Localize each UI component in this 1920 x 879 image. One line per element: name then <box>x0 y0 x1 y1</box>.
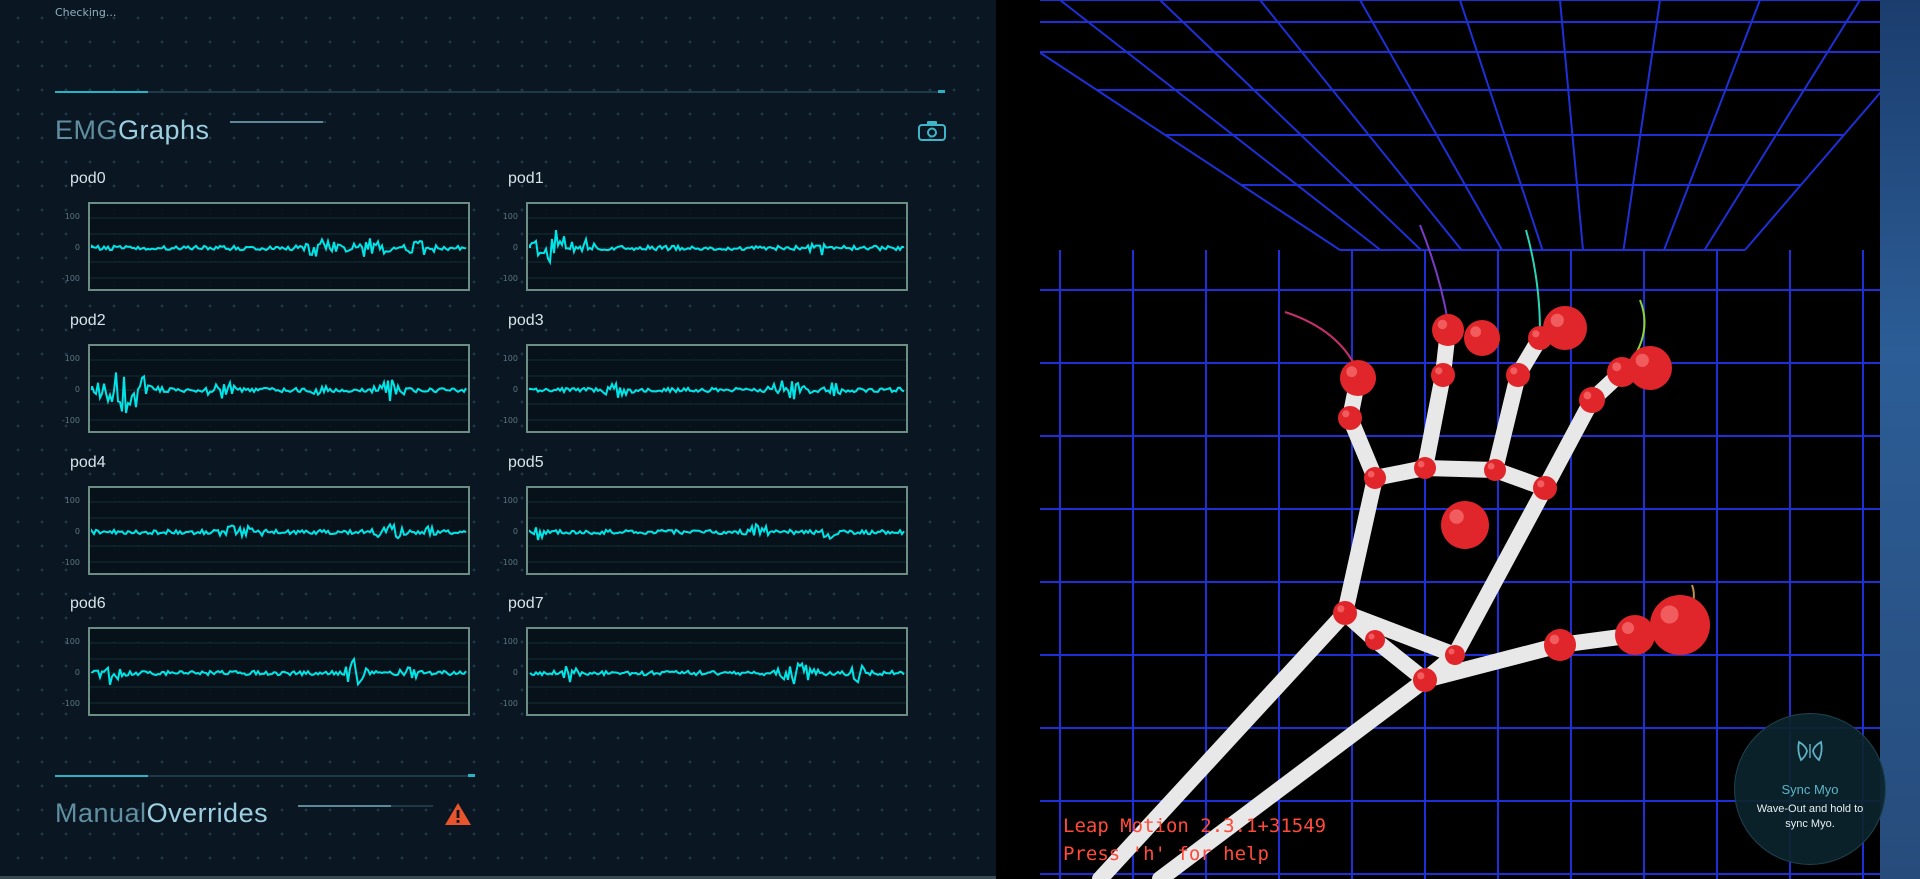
pod-label: pod0 <box>70 170 106 187</box>
myo-armband-icon <box>1797 740 1823 762</box>
pod-label: pod2 <box>70 312 106 329</box>
sync-description: Wave-Out and hold to sync Myo. <box>1756 803 1864 830</box>
y-tick-label: 100 <box>502 354 518 363</box>
pod-label: pod6 <box>70 595 106 612</box>
emg-signal-line <box>529 229 905 266</box>
y-tick-label: 0 <box>74 243 80 252</box>
emg-graphs-title: EMGGraphs <box>55 115 210 145</box>
sync-title: Sync Myo <box>1781 782 1839 797</box>
emg-graph-pod2 <box>88 344 470 433</box>
emg-graph-pod3 <box>526 344 908 433</box>
emg-graph-pod7 <box>526 627 908 716</box>
y-tick-label: 0 <box>74 527 80 536</box>
sync-myo-widget[interactable]: Sync Myo Wave-Out and hold to sync Myo. <box>1734 713 1886 865</box>
emg-panel: Checking... EMGGraphs pod0 100 0 -100 pod1 10… <box>0 0 996 879</box>
camera-icon[interactable] <box>917 120 947 142</box>
manual-overrides-title: ManualOverrides <box>55 798 269 828</box>
y-tick-label: -100 <box>61 416 80 425</box>
overrides-progress-bar <box>55 774 475 777</box>
y-tick-label: 100 <box>64 496 80 505</box>
y-tick-label: 0 <box>512 243 518 252</box>
emg-signal-line <box>529 380 905 400</box>
y-tick-label: 0 <box>74 385 80 394</box>
y-tick-label: 0 <box>74 668 80 677</box>
window-edge <box>1880 0 1920 879</box>
emg-signal-line <box>91 521 467 541</box>
pod-label: pod3 <box>508 312 544 329</box>
emg-graph-pod6 <box>88 627 470 716</box>
leap-version-text: Leap Motion 2.3.1+31549 <box>1063 815 1327 837</box>
pod-label: pod4 <box>70 454 106 471</box>
y-tick-label: -100 <box>61 274 80 283</box>
y-tick-label: 100 <box>64 637 80 646</box>
emg-graph-pod1 <box>526 202 908 291</box>
emg-signal-line <box>529 522 905 541</box>
pod-label: pod5 <box>508 454 544 471</box>
y-tick-label: 100 <box>502 637 518 646</box>
pod-label: pod7 <box>508 595 544 612</box>
y-tick-label: -100 <box>499 699 518 708</box>
y-tick-label: -100 <box>499 558 518 567</box>
y-tick-label: -100 <box>499 274 518 283</box>
emg-graph-pod0 <box>88 202 470 291</box>
y-tick-label: 100 <box>64 354 80 363</box>
y-tick-label: 100 <box>64 212 80 221</box>
overrides-title-underline <box>298 805 433 807</box>
y-tick-label: -100 <box>61 699 80 708</box>
emg-title-underline <box>230 121 326 123</box>
warning-icon[interactable] <box>443 801 473 827</box>
emg-signal-line <box>91 656 467 687</box>
y-tick-label: -100 <box>499 416 518 425</box>
emg-signal-line <box>91 372 467 414</box>
emg-signal-line <box>529 661 905 685</box>
pod-label: pod1 <box>508 170 544 187</box>
y-tick-label: 0 <box>512 527 518 536</box>
status-text: Checking... <box>55 6 117 19</box>
y-tick-label: -100 <box>61 558 80 567</box>
leap-help-text: Press 'h' for help <box>1063 843 1269 865</box>
emg-graph-pod4 <box>88 486 470 575</box>
top-progress-bar <box>55 90 945 93</box>
y-tick-label: 0 <box>512 668 518 677</box>
y-tick-label: 100 <box>502 496 518 505</box>
y-tick-label: 0 <box>512 385 518 394</box>
emg-graph-pod5 <box>526 486 908 575</box>
y-tick-label: 100 <box>502 212 518 221</box>
